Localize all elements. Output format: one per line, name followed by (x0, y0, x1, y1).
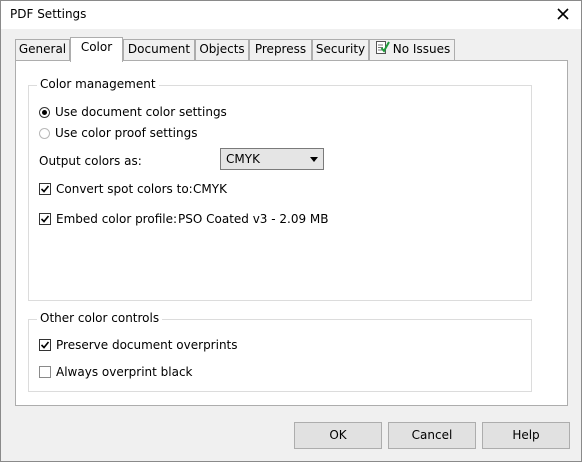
radio-label: Use document color settings (55, 105, 227, 119)
tab-label: Objects (199, 42, 245, 56)
tab-label: Security (315, 42, 366, 56)
radio-use-document-colors[interactable]: Use document color settings (39, 105, 227, 119)
convert-spot-colors-checkbox[interactable]: Convert spot colors to: (39, 182, 193, 196)
checkbox-checked[interactable] (39, 183, 51, 195)
document-check-icon (375, 41, 390, 54)
color-tab-panel: Color management Use document color sett… (15, 60, 568, 406)
tab-security[interactable]: Security (312, 39, 369, 60)
tab-objects[interactable]: Objects (195, 39, 249, 60)
window-title: PDF Settings (10, 7, 87, 21)
tab-color[interactable]: Color (70, 37, 123, 62)
check-icon (40, 341, 50, 349)
close-icon (557, 8, 569, 20)
dropdown-value: CMYK (226, 152, 260, 166)
pdf-settings-dialog: PDF Settings General Color Document Obje… (0, 0, 582, 462)
radio-label: Use color proof settings (55, 126, 198, 140)
overprint-black-checkbox[interactable]: Always overprint black (39, 365, 193, 379)
group-title: Other color controls (37, 311, 163, 325)
output-colors-text: Output colors as: (39, 154, 142, 168)
checkbox-label: Embed color profile: (56, 212, 178, 226)
output-colors-label: Output colors as: (39, 154, 142, 168)
check-icon (40, 215, 50, 223)
group-title: Color management (37, 77, 159, 91)
tab-label: Color (80, 40, 113, 54)
radio-button-selected[interactable] (39, 106, 50, 118)
close-button[interactable] (549, 2, 577, 26)
checkbox-unchecked[interactable] (39, 366, 51, 378)
embed-profile-value: PSO Coated v3 - 2.09 MB (178, 212, 329, 226)
title-bar: PDF Settings (1, 1, 581, 29)
tab-label: No Issues (392, 42, 451, 56)
output-colors-dropdown[interactable]: CMYK (220, 148, 324, 170)
other-color-controls-group: Other color controls Preserve document o… (28, 311, 532, 392)
tab-label: General (18, 42, 67, 56)
check-icon (40, 185, 50, 193)
tab-document[interactable]: Document (123, 39, 195, 60)
color-management-group: Color management Use document color sett… (28, 77, 532, 301)
radio-use-proof-colors[interactable]: Use color proof settings (39, 126, 197, 140)
tab-prepress[interactable]: Prepress (249, 39, 312, 60)
tab-label: Document (127, 42, 191, 56)
tab-label: Prepress (254, 42, 307, 56)
cancel-button[interactable]: Cancel (388, 422, 476, 449)
tab-general[interactable]: General (15, 39, 70, 60)
checkbox-label: Convert spot colors to: (56, 182, 193, 196)
convert-spot-value: CMYK (193, 182, 227, 196)
tab-no-issues[interactable]: No Issues (369, 39, 455, 60)
embed-color-profile-checkbox[interactable]: Embed color profile: (39, 212, 177, 226)
checkbox-checked[interactable] (39, 213, 51, 225)
preserve-overprints-checkbox[interactable]: Preserve document overprints (39, 338, 238, 352)
checkbox-checked[interactable] (39, 339, 51, 351)
ok-button[interactable]: OK (294, 422, 382, 449)
help-button[interactable]: Help (482, 422, 570, 449)
radio-button-unselected[interactable] (39, 127, 50, 139)
chevron-down-icon (310, 157, 318, 162)
checkbox-label: Always overprint black (56, 365, 193, 379)
checkbox-label: Preserve document overprints (56, 338, 238, 352)
